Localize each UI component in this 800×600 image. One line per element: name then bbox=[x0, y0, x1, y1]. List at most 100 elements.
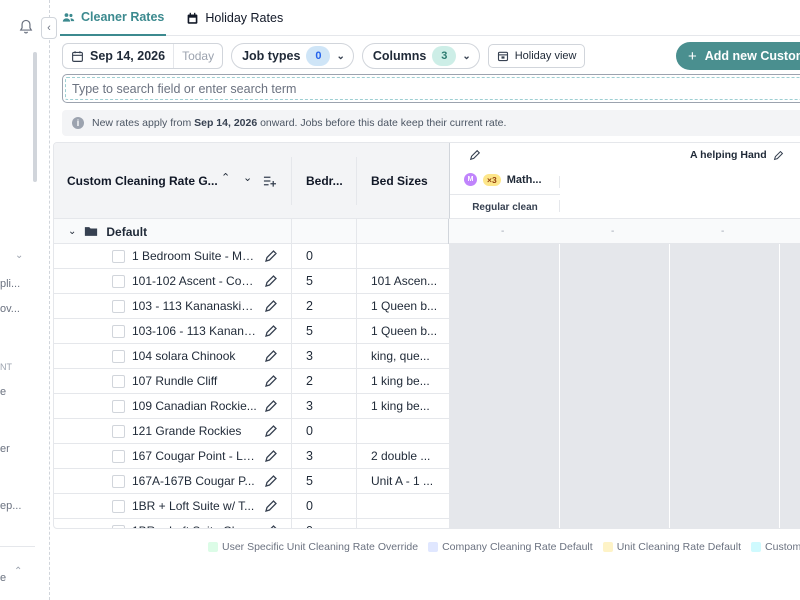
table-row[interactable]: 103-106 - 113 Kananas... 5 1 Queen b... bbox=[54, 319, 800, 344]
edit-icon[interactable] bbox=[264, 499, 278, 513]
sidebar-fragment[interactable]: ov... bbox=[0, 303, 20, 315]
group-row-default[interactable]: ⌄ Default bbox=[54, 219, 800, 244]
rate-cells[interactable] bbox=[449, 369, 800, 394]
table-row[interactable]: 104 solara Chinook 3 king, que... bbox=[54, 344, 800, 369]
row-checkbox[interactable] bbox=[112, 475, 125, 488]
row-checkbox[interactable] bbox=[112, 500, 125, 513]
sidebar-fragment[interactable]: pli... bbox=[0, 278, 20, 290]
sidebar-scrollbar[interactable] bbox=[33, 52, 37, 182]
cell-divider bbox=[559, 319, 560, 344]
date-field[interactable]: Sep 14, 2026 bbox=[63, 44, 175, 68]
column-header-bedrooms[interactable]: Bedr... bbox=[306, 143, 343, 219]
today-button[interactable]: Today bbox=[174, 44, 222, 68]
chevron-down-icon[interactable]: ⌄ bbox=[15, 250, 23, 261]
sidebar-fragment[interactable]: ep... bbox=[0, 500, 21, 512]
column-divider bbox=[291, 369, 292, 394]
empty-cell: - bbox=[501, 226, 505, 237]
edit-icon[interactable] bbox=[264, 424, 278, 438]
edit-icon[interactable] bbox=[264, 449, 278, 463]
sort-up-icon[interactable]: ⌃ bbox=[221, 171, 230, 184]
legend-label: Unit Cleaning Rate Default bbox=[616, 541, 742, 553]
row-checkbox[interactable] bbox=[112, 300, 125, 313]
cell-divider bbox=[669, 344, 670, 369]
chevron-down-icon[interactable]: ⌄ bbox=[68, 226, 76, 237]
tab-cleaner-rates[interactable]: Cleaner Rates bbox=[60, 0, 167, 36]
rate-cells[interactable] bbox=[449, 269, 800, 294]
chevron-up-icon[interactable]: ⌃ bbox=[14, 566, 22, 577]
row-checkbox[interactable] bbox=[112, 425, 125, 438]
edit-icon[interactable] bbox=[264, 349, 278, 363]
sort-down-icon[interactable]: ⌄ bbox=[243, 171, 252, 184]
column-header-bed-sizes[interactable]: Bed Sizes bbox=[371, 143, 428, 219]
edit-icon[interactable] bbox=[264, 249, 278, 263]
table-row[interactable]: 109 Canadian Rockie... 3 1 king be... bbox=[54, 394, 800, 419]
columns-filter[interactable]: Columns 3 ⌄ bbox=[361, 43, 480, 69]
cell-divider bbox=[559, 369, 560, 394]
edit-icon[interactable] bbox=[469, 149, 481, 161]
selected-date: Sep 14, 2026 bbox=[90, 49, 166, 63]
date-picker[interactable]: Sep 14, 2026 Today bbox=[62, 43, 224, 69]
cleaner-name: Math... bbox=[506, 173, 542, 186]
row-checkbox[interactable] bbox=[112, 275, 125, 288]
rate-cells[interactable] bbox=[449, 244, 800, 269]
table-row[interactable]: 101-102 Ascent - Com... 5 101 Ascen... bbox=[54, 269, 800, 294]
cell-divider bbox=[669, 419, 670, 444]
bell-icon[interactable] bbox=[19, 19, 33, 35]
sidebar-fragment[interactable]: er bbox=[0, 443, 10, 455]
row-name: 1 Bedroom Suite - Ma... bbox=[132, 249, 257, 263]
edit-icon[interactable] bbox=[264, 524, 278, 529]
row-bed-sizes bbox=[371, 494, 441, 519]
row-checkbox[interactable] bbox=[112, 400, 125, 413]
holiday-view-button[interactable]: Holiday view bbox=[487, 44, 586, 68]
table-row[interactable]: 1BR + Loft Suite w/ T... 0 bbox=[54, 494, 800, 519]
table-row[interactable]: 121 Grande Rockies 0 bbox=[54, 419, 800, 444]
row-name: 101-102 Ascent - Com... bbox=[132, 274, 257, 288]
add-row-icon[interactable] bbox=[263, 175, 276, 187]
rate-cells[interactable] bbox=[449, 344, 800, 369]
edit-icon[interactable] bbox=[773, 150, 784, 161]
rate-cells[interactable] bbox=[449, 444, 800, 469]
column-divider bbox=[291, 294, 292, 319]
rate-cells[interactable] bbox=[449, 494, 800, 519]
table-row[interactable]: 107 Rundle Cliff 2 1 king be... bbox=[54, 369, 800, 394]
rate-cells[interactable] bbox=[449, 469, 800, 494]
column-header-name[interactable]: Custom Cleaning Rate G... bbox=[67, 143, 227, 219]
cell-divider bbox=[559, 269, 560, 294]
sidebar-fragment[interactable]: e bbox=[0, 386, 6, 398]
rate-cells[interactable] bbox=[449, 519, 800, 528]
edit-icon[interactable] bbox=[264, 299, 278, 313]
edit-icon[interactable] bbox=[264, 474, 278, 488]
table-row[interactable]: 167A-167B Cougar P... 5 Unit A - 1 ... bbox=[54, 469, 800, 494]
column-divider[interactable] bbox=[356, 157, 357, 205]
cleaner-chip[interactable]: M ×3 Math... bbox=[464, 173, 542, 186]
table-row[interactable]: 1 Bedroom Suite - Ma... 0 bbox=[54, 244, 800, 269]
row-checkbox[interactable] bbox=[112, 450, 125, 463]
table-row[interactable]: 167 Cougar Point - Lo... 3 2 double ... bbox=[54, 444, 800, 469]
column-divider bbox=[291, 419, 292, 444]
edit-icon[interactable] bbox=[264, 324, 278, 338]
cell-divider bbox=[559, 519, 560, 528]
rate-cells[interactable] bbox=[449, 419, 800, 444]
edit-icon[interactable] bbox=[264, 374, 278, 388]
rate-cells[interactable] bbox=[449, 394, 800, 419]
table-row[interactable]: 1BR + Loft Suite Chair... 0 bbox=[54, 519, 800, 529]
column-divider bbox=[291, 519, 292, 528]
row-checkbox[interactable] bbox=[112, 375, 125, 388]
sidebar-fragment[interactable]: e bbox=[0, 572, 6, 584]
row-checkbox[interactable] bbox=[112, 525, 125, 528]
row-checkbox[interactable] bbox=[112, 350, 125, 363]
collapse-sidebar-button[interactable]: ‹ bbox=[41, 17, 57, 39]
job-types-filter[interactable]: Job types 0 ⌄ bbox=[231, 43, 354, 69]
legend-swatch bbox=[751, 542, 762, 552]
column-divider[interactable] bbox=[291, 157, 292, 205]
rate-cells[interactable] bbox=[449, 294, 800, 319]
add-new-custom-button[interactable]: + Add new Custom bbox=[676, 42, 800, 70]
table-row[interactable]: 103 - 113 Kananaskis ... 2 1 Queen b... bbox=[54, 294, 800, 319]
edit-icon[interactable] bbox=[264, 274, 278, 288]
rate-cells[interactable] bbox=[449, 319, 800, 344]
search-input[interactable] bbox=[62, 74, 800, 103]
edit-icon[interactable] bbox=[264, 399, 278, 413]
row-checkbox[interactable] bbox=[112, 250, 125, 263]
tab-holiday-rates[interactable]: Holiday Rates bbox=[184, 0, 285, 36]
row-checkbox[interactable] bbox=[112, 325, 125, 338]
